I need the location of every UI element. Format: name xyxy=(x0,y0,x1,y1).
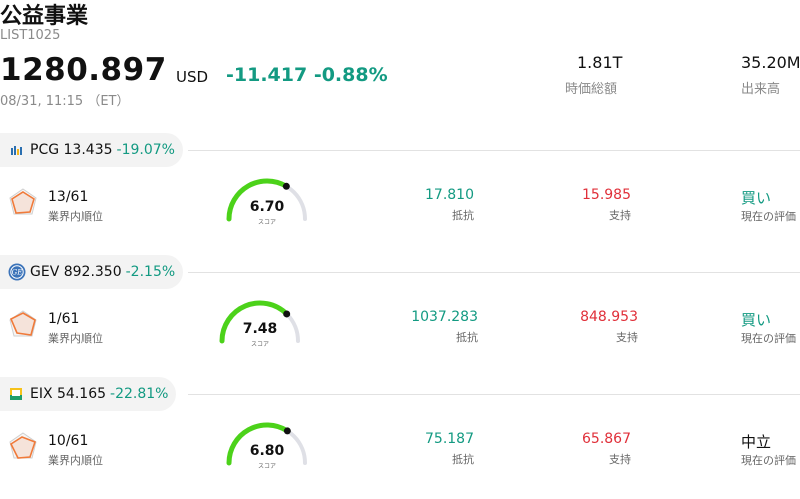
stock-card[interactable]: PCG 13.435 -19.07% 13/61 業界内順位 6.70 スコア … xyxy=(0,133,800,255)
index-price: 1280.897 xyxy=(0,52,167,88)
support-label: 支持 xyxy=(609,209,631,222)
stock-ticker-price: GEV 892.350 xyxy=(30,264,122,280)
industry-rank-value: 1/61 xyxy=(48,311,80,327)
score-label: スコア xyxy=(250,341,269,348)
support-value: 15.985 xyxy=(582,187,631,203)
stock-ticker-price: EIX 54.165 xyxy=(30,386,107,402)
support-label: 支持 xyxy=(609,453,631,466)
stock-card[interactable]: GE GEV 892.350 -2.15% 1/61 業界内順位 7.48 スコ… xyxy=(0,255,800,377)
industry-rank-value: 10/61 xyxy=(48,433,89,449)
industry-rank-label: 業界内順位 xyxy=(48,454,103,467)
stock-ticker-price: PCG 13.435 xyxy=(30,142,113,158)
radar-chart-icon xyxy=(8,309,38,339)
rating-value: 買い xyxy=(741,189,772,207)
score-label: スコア xyxy=(257,219,276,226)
resistance-label: 抵抗 xyxy=(452,209,474,222)
section-divider xyxy=(188,394,800,395)
industry-rank-value: 13/61 xyxy=(48,189,89,205)
resistance-value: 17.810 xyxy=(425,187,474,203)
resistance-label: 抵抗 xyxy=(452,453,474,466)
score-label: スコア xyxy=(257,463,276,470)
rating-label: 現在の評価 xyxy=(741,332,796,345)
gauge-indicator-dot xyxy=(283,427,291,435)
resistance-label: 抵抗 xyxy=(456,331,478,344)
industry-rank-label: 業界内順位 xyxy=(48,332,103,345)
pcg-logo-icon xyxy=(8,142,24,158)
support-value: 848.953 xyxy=(580,309,638,325)
volume-value: 35.20M xyxy=(741,53,800,72)
page-title: 公益事業 xyxy=(0,4,89,29)
gauge-indicator-dot xyxy=(283,310,291,318)
stock-change-pct: -22.81% xyxy=(110,386,169,402)
support-label: 支持 xyxy=(616,331,638,344)
stock-ticker-pill[interactable]: EIX 54.165 -22.81% xyxy=(0,377,177,411)
stock-change-pct: -19.07% xyxy=(116,142,175,158)
rating-value: 買い xyxy=(741,311,772,329)
score-value: 6.70 xyxy=(249,199,285,215)
volume-label: 出来高 xyxy=(741,82,781,97)
timestamp: 08/31, 11:15 （ET） xyxy=(0,94,130,109)
svg-text:GE: GE xyxy=(12,269,23,277)
rating-label: 現在の評価 xyxy=(741,454,796,467)
market-cap-label: 時価総額 xyxy=(565,82,618,97)
section-divider xyxy=(188,150,800,151)
score-value: 6.80 xyxy=(249,443,285,459)
market-cap-value: 1.81T xyxy=(577,53,623,72)
stock-change-pct: -2.15% xyxy=(125,264,176,280)
rating-value: 中立 xyxy=(741,433,772,451)
industry-rank-label: 業界内順位 xyxy=(48,210,103,223)
stock-ticker-pill[interactable]: GE GEV 892.350 -2.15% xyxy=(0,255,184,289)
stock-ticker-pill[interactable]: PCG 13.435 -19.07% xyxy=(0,133,183,167)
section-divider xyxy=(188,272,800,273)
resistance-value: 75.187 xyxy=(425,431,474,447)
gev-logo-icon: GE xyxy=(8,263,26,281)
index-code: LIST1025 xyxy=(0,28,61,43)
price-change: -11.417 -0.88% xyxy=(226,64,388,86)
radar-chart-icon xyxy=(8,431,38,461)
resistance-value: 1037.283 xyxy=(411,309,478,325)
radar-chart-icon xyxy=(8,187,38,217)
score-value: 7.48 xyxy=(242,321,278,337)
gauge-indicator-dot xyxy=(282,182,290,190)
stock-card[interactable]: EIX 54.165 -22.81% 10/61 業界内順位 6.80 スコア … xyxy=(0,377,800,499)
currency-label: USD xyxy=(176,68,209,86)
rating-label: 現在の評価 xyxy=(741,210,796,223)
eix-logo-icon xyxy=(8,386,24,402)
support-value: 65.867 xyxy=(582,431,631,447)
